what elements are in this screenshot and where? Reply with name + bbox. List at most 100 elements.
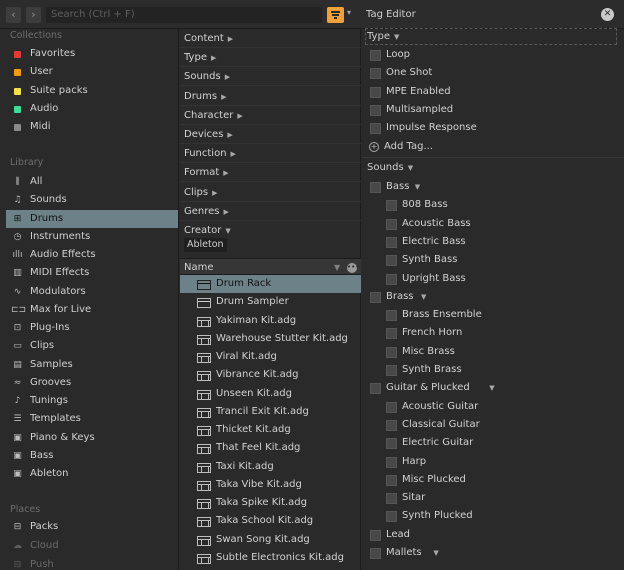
- library-item-all[interactable]: ⫼ All: [6, 173, 178, 191]
- filter-devices[interactable]: Devices ▶: [180, 125, 361, 144]
- file-row[interactable]: Unseen Kit.adg: [180, 385, 361, 403]
- forward-arrow-icon[interactable]: ›: [26, 7, 41, 23]
- filter-format[interactable]: Format ▶: [180, 163, 361, 183]
- creator-chip-ableton[interactable]: Ableton: [184, 238, 227, 252]
- tag-checkbox[interactable]: [386, 310, 397, 322]
- filter-function[interactable]: Function ▶: [180, 144, 361, 164]
- more-options-icon[interactable]: •••: [347, 263, 359, 273]
- tag-electric-guitar[interactable]: Electric Guitar: [362, 434, 624, 452]
- library-item-tunings[interactable]: ♪ Tunings: [6, 392, 178, 410]
- tag-checkbox[interactable]: [370, 291, 381, 303]
- tag-checkbox[interactable]: [386, 346, 397, 358]
- library-item-piano-keys[interactable]: ▣ Piano & Keys: [6, 429, 178, 447]
- tag-acoustic-bass[interactable]: Acoustic Bass: [362, 215, 624, 233]
- file-row[interactable]: Trancil Exit Kit.adg: [180, 403, 361, 421]
- tag-sitar[interactable]: Sitar: [362, 489, 624, 507]
- file-row[interactable]: Taxi Kit.adg: [180, 458, 361, 476]
- library-item-sounds[interactable]: ♫ Sounds: [6, 191, 178, 209]
- tag-checkbox[interactable]: [386, 200, 397, 212]
- type-tags-heading[interactable]: Type ▼: [367, 28, 399, 46]
- file-row[interactable]: Drum Rack: [180, 275, 361, 293]
- collection-item-favorites[interactable]: Favorites: [6, 45, 178, 63]
- tag-synth-bass[interactable]: Synth Bass: [362, 251, 624, 269]
- library-item-instruments[interactable]: ◷ Instruments: [6, 228, 178, 246]
- library-item-max-for-live[interactable]: ⊏⊐ Max for Live: [6, 301, 178, 319]
- tag-checkbox[interactable]: [386, 401, 397, 413]
- library-item-grooves[interactable]: ≈ Grooves: [6, 374, 178, 392]
- tag-checkbox[interactable]: [370, 68, 381, 80]
- tag-classical-guitar[interactable]: Classical Guitar: [362, 416, 624, 434]
- tag-checkbox[interactable]: [386, 474, 397, 486]
- filter-type[interactable]: Type ▶: [180, 48, 361, 68]
- tag-harp[interactable]: Harp: [362, 453, 624, 471]
- tag-checkbox[interactable]: [386, 511, 397, 523]
- name-column-header[interactable]: Name ▼ •••: [180, 258, 361, 275]
- tag-checkbox[interactable]: [370, 529, 381, 541]
- collection-item-midi[interactable]: Midi: [6, 118, 178, 136]
- library-item-midi-effects[interactable]: ▥ MIDI Effects: [6, 264, 178, 282]
- file-row[interactable]: Viral Kit.adg: [180, 348, 361, 366]
- tag-group-guitar-plucked[interactable]: Guitar & Plucked ▼: [362, 379, 624, 397]
- close-icon[interactable]: ✕: [601, 8, 614, 21]
- file-row[interactable]: Swan Song Kit.adg: [180, 531, 361, 549]
- tag-group-bass[interactable]: Bass ▼: [362, 178, 624, 196]
- tag-impulse-response[interactable]: Impulse Response: [362, 119, 624, 137]
- tag-checkbox[interactable]: [370, 383, 381, 395]
- tag-mpe-enabled[interactable]: MPE Enabled: [362, 83, 624, 101]
- tag-checkbox[interactable]: [386, 218, 397, 230]
- tag-brass-ensemble[interactable]: Brass Ensemble: [362, 306, 624, 324]
- add-tag-button[interactable]: + Add Tag...: [369, 138, 433, 156]
- filter-clips[interactable]: Clips ▶: [180, 183, 361, 202]
- tag-808-bass[interactable]: 808 Bass: [362, 196, 624, 214]
- library-item-audio-effects[interactable]: ıllı Audio Effects: [6, 246, 178, 264]
- tag-checkbox[interactable]: [370, 123, 381, 135]
- library-item-plug-ins[interactable]: ⊡ Plug-Ins: [6, 319, 178, 337]
- tag-french-horn[interactable]: French Horn: [362, 324, 624, 342]
- tag-checkbox[interactable]: [386, 255, 397, 267]
- tag-electric-bass[interactable]: Electric Bass: [362, 233, 624, 251]
- tag-checkbox[interactable]: [370, 86, 381, 98]
- library-item-samples[interactable]: ▤ Samples: [6, 356, 178, 374]
- tag-loop[interactable]: Loop: [362, 46, 624, 64]
- places-item-cloud[interactable]: ☁ Cloud: [6, 537, 178, 555]
- tag-group-lead[interactable]: Lead: [362, 526, 624, 544]
- library-item-ableton[interactable]: ▣ Ableton: [6, 465, 178, 483]
- tag-synth-brass[interactable]: Synth Brass: [362, 361, 624, 379]
- library-item-bass[interactable]: ▣ Bass: [6, 447, 178, 465]
- tag-group-brass[interactable]: Brass ▼: [362, 288, 624, 306]
- tag-checkbox[interactable]: [370, 104, 381, 116]
- search-input[interactable]: Search (Ctrl + F): [46, 7, 322, 23]
- tag-misc-brass[interactable]: Misc Brass: [362, 343, 624, 361]
- tag-upright-bass[interactable]: Upright Bass: [362, 270, 624, 288]
- tag-misc-plucked[interactable]: Misc Plucked: [362, 471, 624, 489]
- tag-multisampled[interactable]: Multisampled: [362, 101, 624, 119]
- library-item-templates[interactable]: ☰ Templates: [6, 410, 178, 428]
- filter-sounds[interactable]: Sounds ▶: [180, 67, 361, 87]
- tag-checkbox[interactable]: [386, 328, 397, 340]
- filter-toggle-button[interactable]: [327, 7, 344, 23]
- filter-character[interactable]: Character ▶: [180, 106, 361, 125]
- filter-genres[interactable]: Genres ▶: [180, 202, 361, 221]
- filter-content[interactable]: Content ▶: [180, 29, 361, 48]
- back-arrow-icon[interactable]: ‹: [6, 7, 21, 23]
- file-row[interactable]: Taka School Kit.adg: [180, 512, 361, 530]
- library-item-clips[interactable]: ▭ Clips: [6, 337, 178, 355]
- tag-acoustic-guitar[interactable]: Acoustic Guitar: [362, 398, 624, 416]
- tag-checkbox[interactable]: [386, 456, 397, 468]
- file-row[interactable]: Warehouse Stutter Kit.adg: [180, 330, 361, 348]
- sounds-tags-heading[interactable]: Sounds ▼: [367, 159, 413, 177]
- filter-dropdown-caret-icon[interactable]: ▾: [347, 8, 351, 17]
- filter-drums[interactable]: Drums ▶: [180, 87, 361, 106]
- sort-arrow-icon[interactable]: ▼: [334, 259, 340, 276]
- tag-one-shot[interactable]: One Shot: [362, 64, 624, 82]
- tag-checkbox[interactable]: [386, 419, 397, 431]
- library-item-drums[interactable]: ⊞ Drums: [6, 209, 178, 228]
- file-row[interactable]: Taka Vibe Kit.adg: [180, 476, 361, 494]
- places-item-push[interactable]: ⊟ Push: [6, 556, 178, 570]
- tag-checkbox[interactable]: [370, 548, 381, 559]
- tag-checkbox[interactable]: [370, 182, 381, 193]
- file-row[interactable]: Vibrance Kit.adg: [180, 366, 361, 384]
- places-item-packs[interactable]: ⊟ Packs: [6, 518, 178, 536]
- tag-checkbox[interactable]: [370, 50, 381, 61]
- collection-item-user[interactable]: User: [6, 63, 178, 81]
